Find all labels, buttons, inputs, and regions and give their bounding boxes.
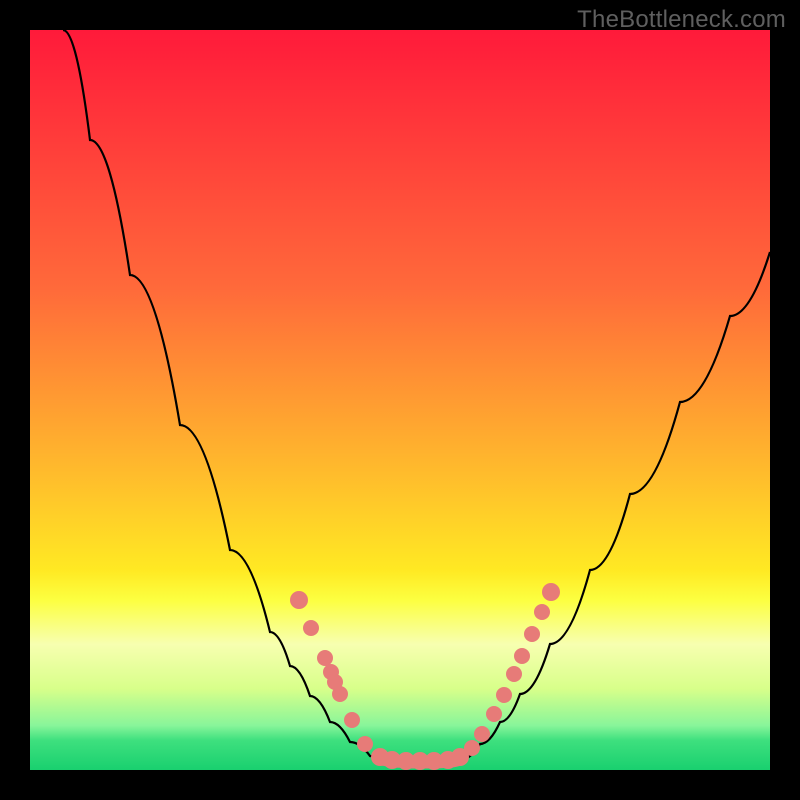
data-marker xyxy=(357,736,373,752)
data-marker xyxy=(496,687,512,703)
data-marker xyxy=(303,620,319,636)
data-marker xyxy=(506,666,522,682)
bottleneck-curve xyxy=(30,30,770,770)
data-marker xyxy=(524,626,540,642)
data-marker xyxy=(514,648,530,664)
watermark-text: TheBottleneck.com xyxy=(577,6,786,34)
plot-area xyxy=(30,30,770,770)
chart-frame: TheBottleneck.com xyxy=(0,0,800,800)
data-marker xyxy=(542,583,560,601)
data-marker xyxy=(332,686,348,702)
data-marker xyxy=(317,650,333,666)
data-marker xyxy=(534,604,550,620)
data-marker xyxy=(290,591,308,609)
curve-right xyxy=(460,252,770,760)
data-marker xyxy=(344,712,360,728)
data-marker xyxy=(474,726,490,742)
data-markers xyxy=(290,583,560,770)
data-marker xyxy=(486,706,502,722)
data-marker xyxy=(464,740,480,756)
curve-left xyxy=(63,30,380,760)
